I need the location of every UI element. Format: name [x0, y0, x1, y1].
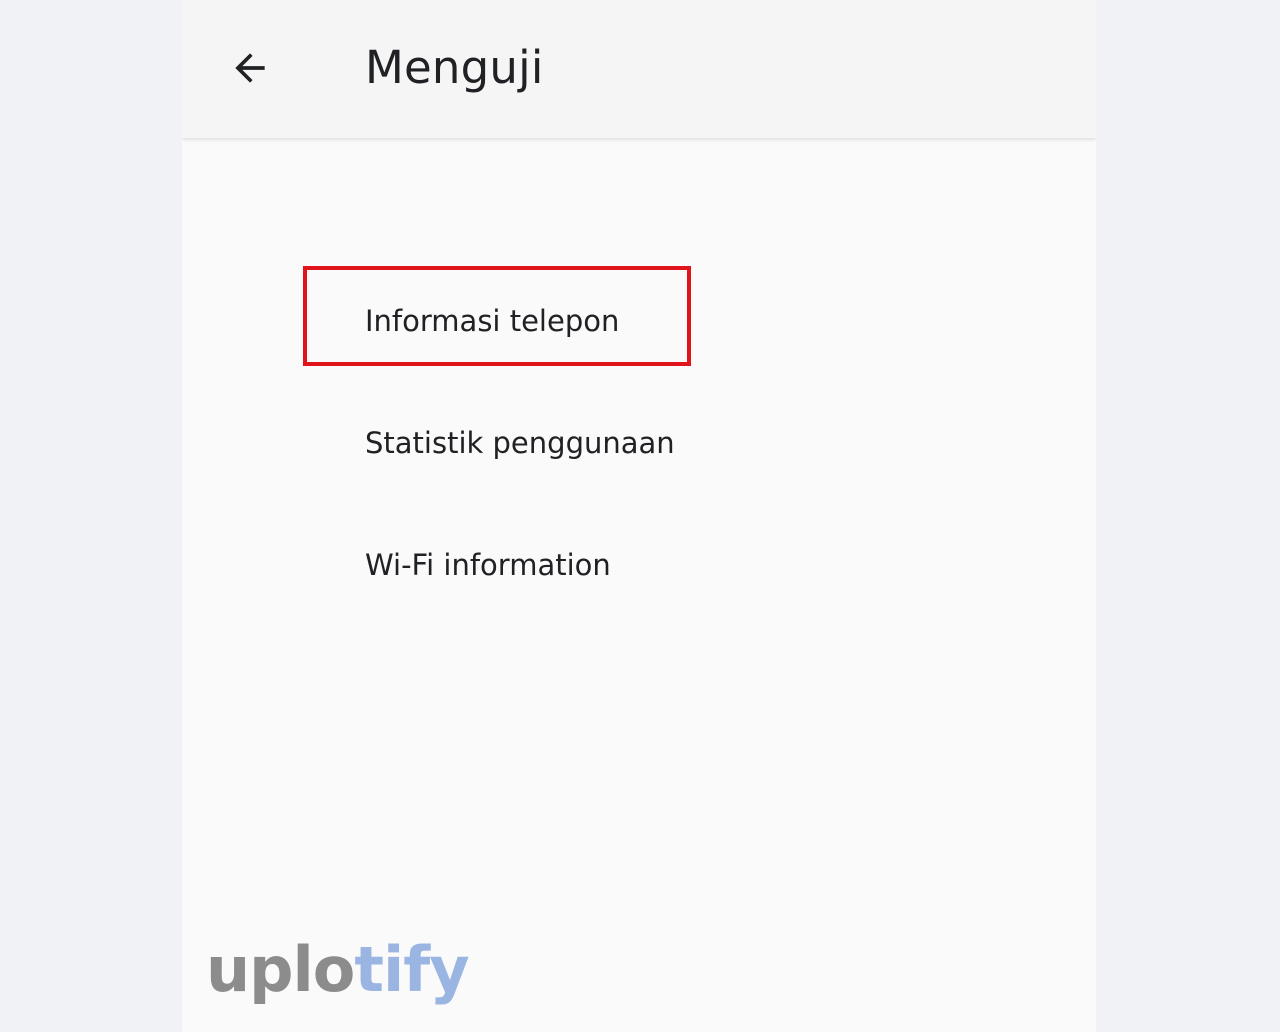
menu-item-statistik-penggunaan[interactable]: Statistik penggunaan	[365, 423, 675, 463]
phone-screen: Menguji Informasi telepon Statistik peng…	[182, 0, 1096, 1032]
uplotify-watermark-logo: uplotify	[206, 930, 470, 1010]
app-bar: Menguji	[182, 0, 1096, 138]
menu-item-wifi-information[interactable]: Wi-Fi information	[365, 545, 611, 585]
highlight-annotation-box	[303, 266, 691, 366]
watermark-text-part1: uplo	[206, 933, 355, 1006]
watermark-text-part2: tify	[354, 933, 469, 1006]
back-button[interactable]	[222, 40, 278, 96]
arrow-back-icon	[235, 53, 265, 83]
page-title: Menguji	[365, 41, 544, 94]
